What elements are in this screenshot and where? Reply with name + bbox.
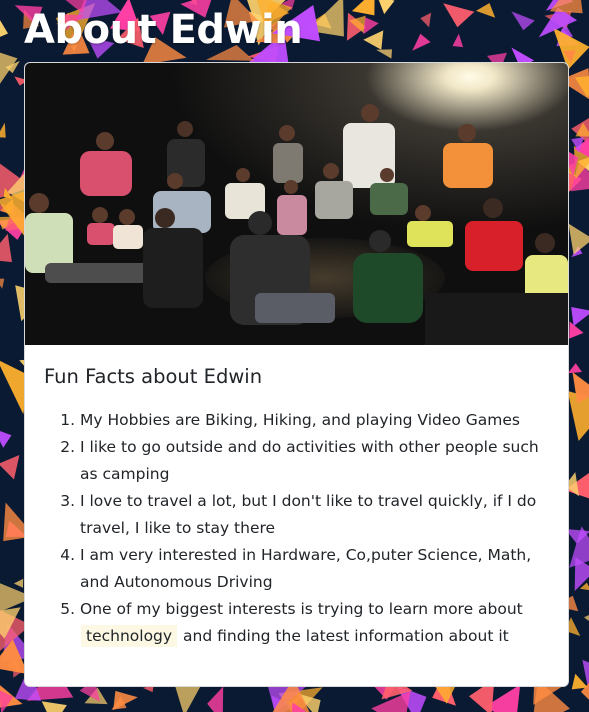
triangle-shape: [443, 3, 475, 28]
triangle-shape: [0, 431, 12, 448]
list-item: I like to go outside and do activities w…: [80, 434, 554, 488]
triangle-shape: [351, 0, 375, 16]
triangle-shape: [571, 307, 589, 327]
triangle-shape: [376, 49, 392, 59]
fact-text: I am very interested in Hardware, Co,put…: [80, 546, 532, 591]
list-item: I am very interested in Hardware, Co,put…: [80, 542, 554, 596]
triangle-shape: [0, 278, 5, 289]
fact-text: My Hobbies are Biking, Hiking, and playi…: [80, 411, 521, 429]
triangle-shape: [0, 233, 12, 263]
triangle-shape: [378, 0, 395, 15]
triangle-shape: [582, 659, 589, 685]
page-title: About Edwin: [24, 7, 303, 53]
triangle-shape: [41, 701, 67, 712]
triangle-shape: [0, 122, 6, 138]
list-item: One of my biggest interests is trying to…: [80, 596, 554, 650]
fact-text: One of my biggest interests is trying to…: [80, 600, 523, 618]
triangle-shape: [13, 578, 24, 588]
triangle-shape: [476, 3, 496, 18]
triangle-shape: [568, 223, 589, 255]
about-card: Fun Facts about Edwin My Hobbies are Bik…: [24, 62, 569, 687]
group-photo: [25, 63, 568, 345]
card-title: Fun Facts about Edwin: [44, 365, 263, 388]
triangle-shape: [452, 33, 464, 48]
fact-text: and finding the latest information about…: [183, 627, 509, 645]
fact-text: I like to go outside and do activities w…: [80, 438, 539, 483]
list-item: I love to travel a lot, but I don't like…: [80, 488, 554, 542]
fun-facts-list: My Hobbies are Biking, Hiking, and playi…: [25, 407, 568, 650]
triangle-shape: [584, 615, 589, 621]
triangle-shape: [412, 33, 431, 51]
list-item: My Hobbies are Biking, Hiking, and playi…: [80, 407, 554, 434]
triangle-shape: [0, 455, 20, 480]
triangle-shape: [567, 363, 582, 374]
highlighted-term: technology: [81, 625, 178, 647]
triangle-shape: [511, 11, 535, 31]
triangle-shape: [363, 30, 384, 50]
triangle-shape: [0, 20, 8, 37]
triangle-shape: [207, 686, 224, 712]
triangle-shape: [363, 17, 379, 35]
fact-text: I love to travel a lot, but I don't like…: [80, 492, 537, 537]
triangle-shape: [569, 321, 584, 339]
triangle-shape: [420, 12, 432, 28]
